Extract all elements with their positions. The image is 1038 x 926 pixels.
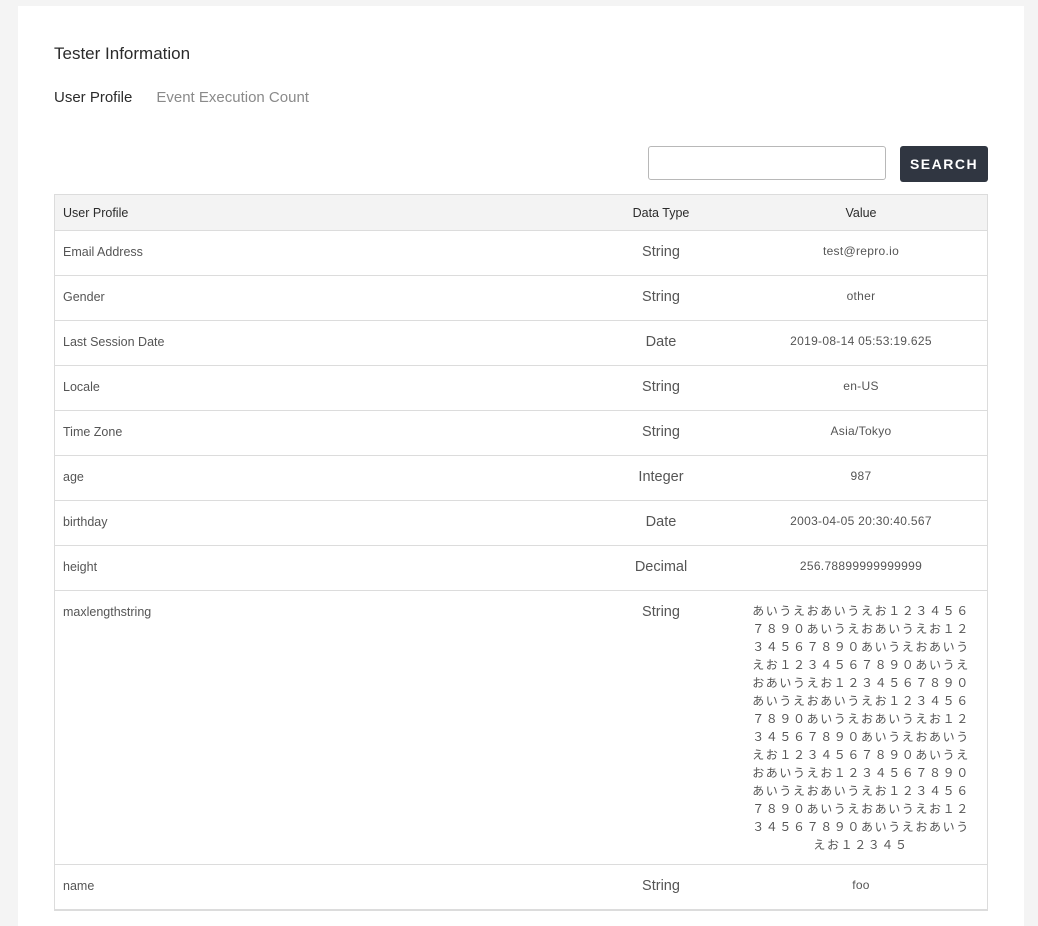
row-type: String [642,604,680,620]
row-name: Last Session Date [63,335,165,349]
row-name: maxlengthstring [63,605,152,619]
tab-event-execution-count[interactable]: Event Execution Count [156,89,309,106]
page-title: Tester Information [54,44,191,63]
search-input[interactable] [648,146,886,180]
tester-info-card: Tester Information User Profile Event Ex… [18,6,1024,926]
row-name: age [63,470,84,484]
search-button[interactable]: SEARCH [900,146,988,182]
row-type: String [642,379,680,395]
table-row: height Decimal 256.78899999999999 [55,546,987,591]
table-row: birthday Date 2003-04-05 20:30:40.567 [55,501,987,546]
table-row: name String foo [55,865,987,910]
row-type: Date [645,514,677,530]
row-value: other [846,289,876,303]
row-name: name [63,879,95,893]
table-row: Email Address String test@repro.io [55,231,987,276]
table-row: Gender String other [55,276,987,321]
header-user-profile: User Profile [63,205,129,220]
tab-bar: User Profile Event Execution Count [54,89,309,106]
row-name: Time Zone [63,425,123,439]
row-type: String [642,244,680,260]
tab-user-profile[interactable]: User Profile [54,89,132,106]
row-name: height [63,560,98,574]
table-row: Time Zone String Asia/Tokyo [55,411,987,456]
row-name: Gender [63,290,105,304]
header-data-type: Data Type [632,205,690,220]
header-value: Value [845,205,877,220]
row-value: あいうえおあいうえお１２３４５６７８９０あいうえおあいうえお１２３４５６７８９０… [752,604,970,852]
row-value: 256.78899999999999 [799,559,923,573]
row-type: Integer [638,469,684,485]
row-value: 2003-04-05 20:30:40.567 [790,514,932,528]
row-value: test@repro.io [822,244,900,258]
row-value: en-US [843,379,879,393]
row-type: Date [645,334,677,350]
row-type: String [642,289,680,305]
table-row: Locale String en-US [55,366,987,411]
row-name: Locale [63,380,100,394]
row-name: Email Address [63,245,143,259]
row-type: Decimal [634,559,688,575]
row-name: birthday [63,515,108,529]
table-row: age Integer 987 [55,456,987,501]
row-value: foo [852,878,870,892]
row-value: 2019-08-14 05:53:19.625 [790,334,932,348]
row-value: Asia/Tokyo [830,424,892,438]
table-header: User Profile Data Type Value [55,195,987,231]
table-row: Last Session Date Date 2019-08-14 05:53:… [55,321,987,366]
row-type: String [642,878,680,894]
user-profile-table: User Profile Data Type Value Email Addre… [54,194,988,911]
row-value: 987 [850,469,872,483]
table-row: maxlengthstring String あいうえおあいうえお１２３４５６７… [55,591,987,865]
row-type: String [642,424,680,440]
